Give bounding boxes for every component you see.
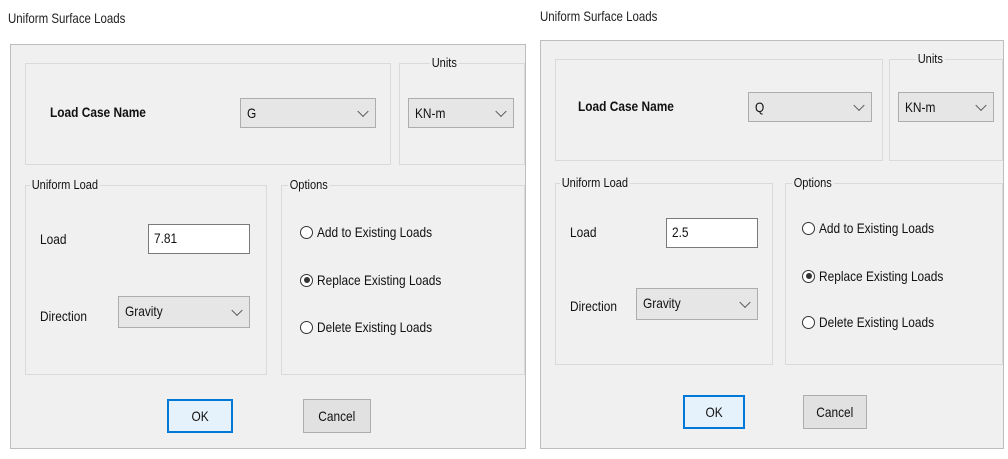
load-label: Load xyxy=(40,231,67,247)
dialog-title: Uniform Surface Loads xyxy=(8,10,126,26)
units-legend: Units xyxy=(916,51,945,66)
options-legend: Options xyxy=(792,175,834,190)
units-select[interactable]: KN-m xyxy=(408,98,514,128)
load-value-input[interactable]: 7.81 xyxy=(148,224,250,254)
radio-button-icon xyxy=(802,221,815,235)
dialog-body: Load Case Name Q Units KN-m Uniform Load… xyxy=(540,40,1004,449)
radio-add-to-existing-loads[interactable]: Add to Existing Loads xyxy=(802,220,954,236)
uniform-load-legend: Uniform Load xyxy=(30,177,100,192)
ok-button[interactable]: OK xyxy=(683,395,745,429)
radio-add-to-existing-loads[interactable]: Add to Existing Loads xyxy=(300,224,452,240)
chevron-down-icon xyxy=(975,99,987,112)
dialog-title: Uniform Surface Loads xyxy=(540,8,658,24)
load-case-select[interactable]: G xyxy=(240,98,376,128)
radio-replace-existing-loads[interactable]: Replace Existing Loads xyxy=(300,272,463,288)
load-label: Load xyxy=(570,224,597,240)
uniform-load-legend: Uniform Load xyxy=(560,175,630,190)
radio-button-selected-icon xyxy=(802,269,815,283)
chevron-down-icon xyxy=(357,105,369,118)
load-case-label: Load Case Name xyxy=(578,98,674,114)
chevron-down-icon xyxy=(853,99,865,112)
radio-button-icon xyxy=(300,320,313,334)
cancel-button[interactable]: Cancel xyxy=(803,395,867,429)
radio-button-icon xyxy=(300,225,313,239)
cancel-button[interactable]: Cancel xyxy=(303,399,371,433)
direction-select[interactable]: Gravity xyxy=(118,296,250,328)
radio-button-icon xyxy=(802,315,815,329)
units-group: Units KN-m xyxy=(889,51,1003,161)
units-group: Units KN-m xyxy=(399,55,525,165)
options-group: Options Add to Existing Loads Replace Ex… xyxy=(785,175,1003,365)
chevron-down-icon xyxy=(495,105,507,118)
chevron-down-icon xyxy=(231,304,243,317)
uniform-surface-loads-dialog-q: Uniform Surface Loads Load Case Name Q U… xyxy=(536,0,1008,459)
load-case-select[interactable]: Q xyxy=(748,92,872,122)
radio-button-selected-icon xyxy=(300,273,313,287)
units-select[interactable]: KN-m xyxy=(898,92,994,122)
uniform-surface-loads-dialog-g: Uniform Surface Loads Load Case Name G U… xyxy=(0,0,536,459)
radio-delete-existing-loads[interactable]: Delete Existing Loads xyxy=(300,319,452,335)
uniform-load-group: Uniform Load Load 2.5 Direction Gravity xyxy=(555,175,773,365)
radio-replace-existing-loads[interactable]: Replace Existing Loads xyxy=(802,268,965,284)
load-case-group: Load Case Name Q xyxy=(555,59,883,161)
load-case-group: Load Case Name G xyxy=(25,63,391,165)
options-legend: Options xyxy=(288,177,330,192)
options-group: Options Add to Existing Loads Replace Ex… xyxy=(281,177,525,375)
dialog-body: Load Case Name G Units KN-m Uniform Load… xyxy=(10,44,526,449)
radio-delete-existing-loads[interactable]: Delete Existing Loads xyxy=(802,314,954,330)
ok-button[interactable]: OK xyxy=(167,399,233,433)
load-value-input[interactable]: 2.5 xyxy=(666,218,758,248)
direction-label: Direction xyxy=(40,308,87,324)
chevron-down-icon xyxy=(739,296,751,309)
units-legend: Units xyxy=(430,55,459,70)
direction-select[interactable]: Gravity xyxy=(636,288,758,320)
direction-label: Direction xyxy=(570,298,617,314)
uniform-load-group: Uniform Load Load 7.81 Direction Gravity xyxy=(25,177,267,375)
load-case-label: Load Case Name xyxy=(50,104,146,120)
